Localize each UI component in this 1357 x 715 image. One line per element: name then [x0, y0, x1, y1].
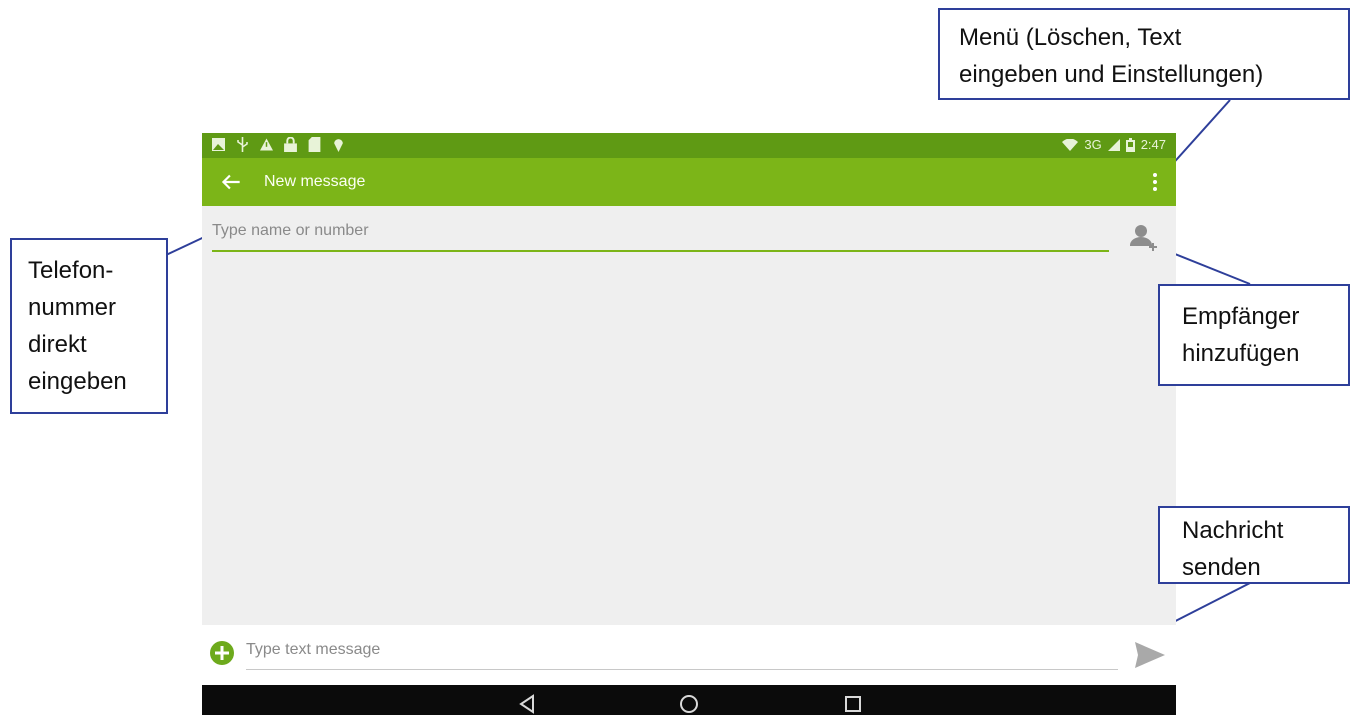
callout-add-recipient: Empfänger hinzufügen — [1158, 284, 1350, 386]
nav-back-icon[interactable] — [516, 693, 538, 715]
callout-phone-line-1: Telefon- — [28, 257, 114, 284]
navigation-bar — [202, 685, 1176, 715]
callout-phone-line-2: nummer — [28, 294, 117, 321]
recipient-input[interactable] — [212, 216, 1109, 252]
callout-send-line-2: senden — [1182, 554, 1261, 581]
back-arrow-icon[interactable] — [218, 169, 244, 195]
signal-icon — [1107, 138, 1120, 151]
callout-recipient-line-2: hinzufügen — [1182, 340, 1300, 367]
phone-screen: 3G 2:47 New message — [202, 133, 1176, 715]
sd-card-icon — [308, 137, 321, 152]
battery-icon — [1125, 137, 1135, 152]
callout-menu-line-1: Menü (Löschen, Text — [959, 24, 1182, 51]
callout-phone-number: Telefon- nummer direkt eingeben — [10, 238, 168, 414]
callout-recipient-line-1: Empfänger — [1182, 303, 1300, 330]
recipient-row — [202, 206, 1176, 268]
callout-menu: Menü (Löschen, Text eingeben und Einstel… — [938, 8, 1350, 100]
callout-phone-line-3: direkt — [28, 331, 87, 358]
app-bar: New message — [202, 158, 1176, 206]
send-icon[interactable] — [1134, 641, 1166, 669]
attach-plus-icon[interactable] — [210, 641, 234, 665]
nav-recents-icon[interactable] — [842, 693, 864, 715]
network-type: 3G — [1084, 137, 1102, 152]
status-bar: 3G 2:47 — [202, 133, 1176, 158]
add-recipient-icon[interactable] — [1128, 221, 1160, 253]
message-input[interactable] — [246, 635, 1118, 670]
photo-icon — [212, 138, 225, 151]
compose-bar — [202, 625, 1176, 685]
status-icons-right: 3G 2:47 — [1062, 137, 1166, 152]
clock: 2:47 — [1140, 137, 1166, 152]
callout-send-line-1: Nachricht — [1182, 517, 1284, 544]
status-icons-left — [212, 137, 345, 152]
lock-icon — [284, 137, 297, 152]
callout-menu-line-2: eingeben und Einstellungen) — [959, 61, 1264, 88]
overflow-menu-icon[interactable] — [1148, 170, 1162, 194]
nav-home-icon[interactable] — [678, 693, 700, 715]
recipient-callout-line — [1164, 249, 1251, 285]
location-icon — [334, 139, 343, 152]
page-title: New message — [264, 173, 366, 190]
usb-icon — [237, 137, 248, 152]
callout-send: Nachricht senden — [1158, 506, 1350, 584]
wifi-icon — [1062, 138, 1079, 151]
callout-phone-line-4: eingeben — [28, 368, 127, 395]
warning-icon — [260, 138, 273, 151]
